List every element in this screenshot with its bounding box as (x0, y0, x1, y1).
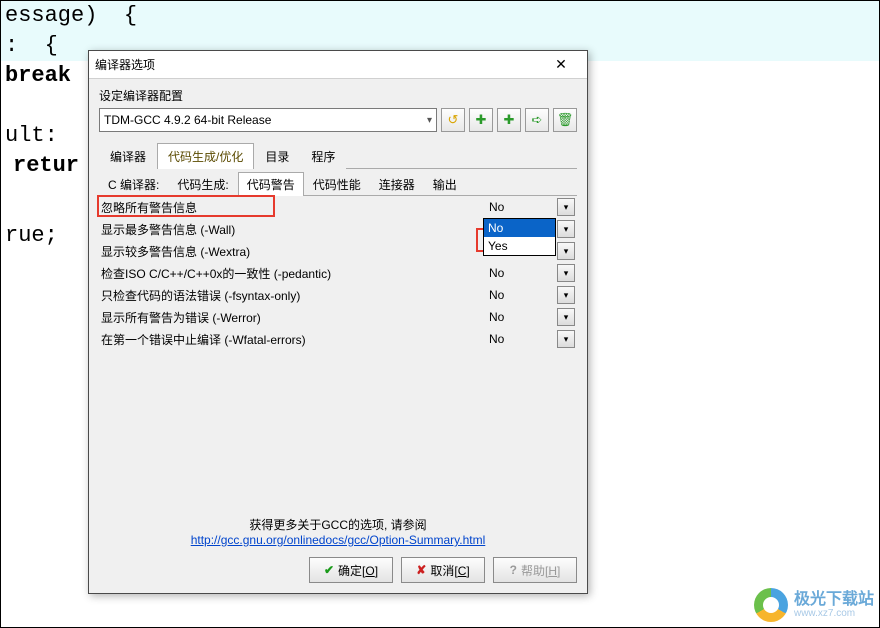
option-dropdown-button[interactable]: ▾ (557, 242, 575, 260)
plus-icon: ✚ (504, 112, 515, 128)
gcc-docs-link[interactable]: http://gcc.gnu.org/onlinedocs/gcc/Option… (191, 533, 486, 547)
subtab-performance[interactable]: 代码性能 (304, 172, 370, 196)
option-label: 检查ISO C/C++/C++0x的一致性 (-pedantic) (99, 265, 487, 282)
code-fragment: : { (5, 33, 58, 58)
subtab-c-compiler[interactable]: C 编译器: (99, 172, 168, 196)
compiler-config-select[interactable]: TDM-GCC 4.9.2 64-bit Release ▾ (99, 108, 437, 132)
option-dropdown-button[interactable]: ▾ (557, 286, 575, 304)
dropdown-item-yes[interactable]: Yes (484, 237, 555, 255)
subtab-codegen[interactable]: 代码生成: (168, 172, 237, 196)
option-value: No (487, 288, 557, 302)
chevron-down-icon: ▾ (564, 334, 569, 345)
option-value: No (487, 266, 557, 280)
copy-config-button[interactable]: ✚ (497, 108, 521, 132)
chevron-down-icon: ▾ (564, 290, 569, 301)
dropdown-item-no[interactable]: No (484, 219, 555, 237)
chevron-down-icon: ▾ (564, 202, 569, 213)
option-dropdown-button[interactable]: ▾ (557, 308, 575, 326)
watermark-name: 极光下载站 (794, 592, 874, 608)
rename-config-button[interactable]: ➪ (525, 108, 549, 132)
compiler-options-dialog: 编译器选项 ✕ 设定编译器配置 TDM-GCC 4.9.2 64-bit Rel… (88, 50, 588, 594)
chevron-down-icon: ▾ (564, 246, 569, 257)
chevron-down-icon: ▾ (427, 115, 432, 126)
logo-icon (754, 588, 788, 622)
compiler-config-row: TDM-GCC 4.9.2 64-bit Release ▾ ↺ ✚ ✚ ➪ 🗑 (99, 108, 577, 132)
delete-config-button[interactable]: 🗑 (553, 108, 577, 132)
refresh-button[interactable]: ↺ (441, 108, 465, 132)
cancel-button[interactable]: ✘ 取消[C] (401, 557, 485, 583)
option-dropdown-button[interactable]: ▾ (557, 264, 575, 282)
code-fragment: retur (13, 153, 79, 178)
dialog-button-row: ✔ 确定[O] ✘ 取消[C] ? 帮助[H] (309, 557, 577, 583)
footer-text: 获得更多关于GCC的选项, 请参阅 (89, 516, 587, 533)
option-dropdown-button[interactable]: ▾ (557, 220, 575, 238)
option-row: 检查ISO C/C++/C++0x的一致性 (-pedantic) No ▾ (99, 262, 577, 284)
option-label: 显示最多警告信息 (-Wall) (99, 221, 487, 238)
code-fragment: break (5, 63, 71, 88)
option-label: 只检查代码的语法错误 (-fsyntax-only) (99, 287, 487, 304)
compiler-config-value: TDM-GCC 4.9.2 64-bit Release (104, 113, 271, 127)
subtab-warnings[interactable]: 代码警告 (238, 172, 304, 196)
dialog-titlebar: 编译器选项 ✕ (89, 51, 587, 79)
chevron-down-icon: ▾ (564, 312, 569, 323)
footer-info: 获得更多关于GCC的选项, 请参阅 http://gcc.gnu.org/onl… (89, 516, 587, 547)
option-row: 在第一个错误中止编译 (-Wfatal-errors) No ▾ (99, 328, 577, 350)
option-label: 在第一个错误中止编译 (-Wfatal-errors) (99, 331, 487, 348)
option-row: 只检查代码的语法错误 (-fsyntax-only) No ▾ (99, 284, 577, 306)
option-dropdown-button[interactable]: ▾ (557, 198, 575, 216)
chevron-down-icon: ▾ (564, 224, 569, 235)
dialog-title: 编译器选项 (95, 56, 541, 73)
arrow-right-icon: ➪ (532, 112, 543, 128)
tab-codegen-opt[interactable]: 代码生成/优化 (157, 143, 254, 169)
config-label: 设定编译器配置 (99, 87, 577, 104)
option-value: No (487, 332, 557, 346)
tab-programs[interactable]: 程序 (300, 143, 346, 169)
sub-tabs: C 编译器: 代码生成: 代码警告 代码性能 连接器 输出 (99, 171, 577, 196)
option-label: 显示所有警告为错误 (-Werror) (99, 309, 487, 326)
tab-directories[interactable]: 目录 (254, 143, 300, 169)
code-fragment: rue; (5, 223, 58, 248)
help-button[interactable]: ? 帮助[H] (493, 557, 577, 583)
code-fragment: essage) { (5, 3, 137, 28)
main-tabs: 编译器 代码生成/优化 目录 程序 (99, 142, 577, 169)
watermark: 极光下载站 www.xz7.com (754, 588, 874, 622)
ok-button[interactable]: ✔ 确定[O] (309, 557, 393, 583)
subtab-linker[interactable]: 连接器 (370, 172, 424, 196)
option-dropdown-list[interactable]: No Yes (483, 218, 556, 256)
check-icon: ✔ (324, 563, 334, 577)
question-icon: ? (510, 563, 517, 577)
close-button[interactable]: ✕ (541, 54, 581, 76)
dialog-body: 设定编译器配置 TDM-GCC 4.9.2 64-bit Release ▾ ↺… (89, 79, 587, 358)
trash-icon: 🗑 (557, 112, 574, 128)
chevron-down-icon: ▾ (564, 268, 569, 279)
cross-icon: ✘ (416, 563, 426, 577)
code-fragment: ult: (5, 123, 58, 148)
option-label: 忽略所有警告信息 (99, 199, 487, 216)
watermark-url: www.xz7.com (794, 608, 874, 619)
add-config-button[interactable]: ✚ (469, 108, 493, 132)
option-label: 显示较多警告信息 (-Wextra) (99, 243, 487, 260)
tab-compiler[interactable]: 编译器 (99, 143, 157, 169)
option-value: No (487, 200, 557, 214)
option-row: 忽略所有警告信息 No ▾ (99, 196, 577, 218)
subtab-output[interactable]: 输出 (424, 172, 466, 196)
close-icon: ✕ (555, 56, 567, 73)
plus-icon: ✚ (476, 112, 487, 128)
option-value: No (487, 310, 557, 324)
warning-options-area: 忽略所有警告信息 No ▾ 显示最多警告信息 (-Wall) No ▾ 显示较多… (99, 196, 577, 350)
refresh-icon: ↺ (448, 112, 459, 128)
option-row: 显示所有警告为错误 (-Werror) No ▾ (99, 306, 577, 328)
option-dropdown-button[interactable]: ▾ (557, 330, 575, 348)
